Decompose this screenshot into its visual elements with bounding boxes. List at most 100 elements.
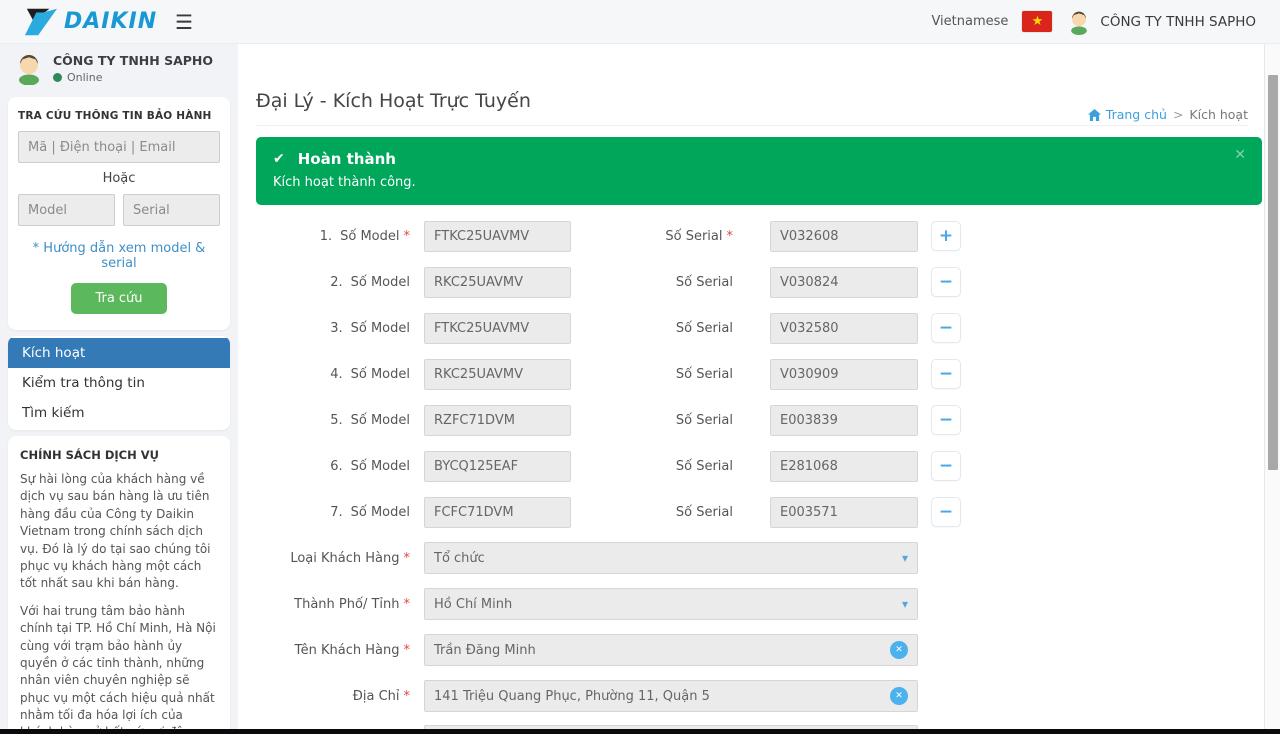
remove-row-button[interactable]: − <box>931 313 961 343</box>
alert-message: Kích hoạt thành công. <box>273 175 1244 190</box>
header-user-name: CÔNG TY TNHH SAPHO <box>1100 14 1256 30</box>
sidebar-nav-item[interactable]: Kiểm tra thông tin <box>8 368 230 398</box>
sidebar-user-panel: CÔNG TY TNHH SAPHO Online <box>0 44 238 91</box>
activation-form: 1.Số Model* FTKC25UAVMV Số Serial* V0326… <box>256 213 1248 729</box>
home-icon <box>1088 109 1101 121</box>
serial-value-input[interactable]: V030909 <box>770 359 918 390</box>
model-value-input[interactable]: RKC25UAVMV <box>424 359 571 390</box>
serial-label: Số Serial <box>571 367 733 382</box>
scrollbar-track[interactable] <box>1264 44 1280 729</box>
checkmark-icon: ✔ <box>273 151 285 167</box>
language-label: Vietnamese <box>931 14 1008 29</box>
policy-paragraph-2: Với hai trung tâm bảo hành chính tại TP.… <box>20 603 218 729</box>
serial-value-input[interactable]: E003839 <box>770 405 918 436</box>
scrollbar-thumb[interactable] <box>1268 75 1278 470</box>
model-value-input[interactable]: FCFC71DVM <box>424 497 571 528</box>
vietnam-flag-icon[interactable]: ★ <box>1022 11 1052 32</box>
clear-icon[interactable]: ✕ <box>890 641 908 659</box>
customer-name-row: Tên Khách Hàng* Trần Đăng Minh ✕ <box>256 627 1248 673</box>
next-field-row-partial: ▾ <box>256 719 1248 729</box>
customer-name-label: Tên Khách Hàng* <box>256 643 410 658</box>
serial-value-input[interactable]: V032608 <box>770 221 918 252</box>
clear-icon[interactable]: ✕ <box>890 687 908 705</box>
city-row: Thành Phố/ Tỉnh* Hồ Chí Minh ▾ <box>256 581 1248 627</box>
serial-label: Số Serial <box>571 321 733 336</box>
sidebar-nav-item[interactable]: Kích hoạt <box>8 338 230 368</box>
model-value-input[interactable]: RKC25UAVMV <box>424 267 571 298</box>
sidebar-nav: Kích hoạtKiểm tra thông tinTìm kiếm <box>8 336 230 430</box>
daikin-logo[interactable]: DAIKIN <box>24 7 157 37</box>
minus-icon: − <box>939 502 953 522</box>
model-value-input[interactable]: FTKC25UAVMV <box>424 221 571 252</box>
chevron-down-icon: ▾ <box>902 597 908 611</box>
policy-paragraph-1: Sự hài lòng của khách hàng về dịch vụ sa… <box>20 471 218 593</box>
remove-row-button[interactable]: − <box>931 497 961 527</box>
customer-type-row: Loại Khách Hàng* Tổ chức ▾ <box>256 535 1248 581</box>
service-policy-panel: CHÍNH SÁCH DỊCH VỤ Sự hài lòng của khách… <box>8 436 230 729</box>
city-select[interactable]: Hồ Chí Minh ▾ <box>424 588 918 620</box>
customer-type-select[interactable]: Tổ chức ▾ <box>424 542 918 574</box>
address-row: Địa Chỉ* 141 Triệu Quang Phục, Phường 11… <box>256 673 1248 719</box>
minus-icon: − <box>939 456 953 476</box>
model-label: 3.Số Model <box>256 321 410 336</box>
city-label: Thành Phố/ Tỉnh* <box>256 597 410 612</box>
sidebar-avatar-icon <box>14 53 44 85</box>
serial-value-input[interactable]: V032580 <box>770 313 918 344</box>
model-input[interactable] <box>18 194 115 226</box>
model-value-input[interactable]: RZFC71DVM <box>424 405 571 436</box>
serial-value-input[interactable]: V030824 <box>770 267 918 298</box>
lookup-button[interactable]: Tra cứu <box>71 283 166 314</box>
minus-icon: − <box>939 272 953 292</box>
warranty-lookup-panel: TRA CỨU THÔNG TIN BẢO HÀNH Hoặc * Hướng … <box>8 97 230 330</box>
customer-name-input[interactable]: Trần Đăng Minh ✕ <box>424 634 918 666</box>
remove-row-button[interactable]: − <box>931 359 961 389</box>
model-serial-row: 1.Số Model* FTKC25UAVMV Số Serial* V0326… <box>256 213 1248 259</box>
model-serial-row: 6.Số Model BYCQ125EAF Số Serial E281068 … <box>256 443 1248 489</box>
alert-title: Hoàn thành <box>298 150 396 168</box>
sidebar-user-name: CÔNG TY TNHH SAPHO <box>53 53 213 68</box>
address-input[interactable]: 141 Triệu Quang Phục, Phường 11, Quận 5 … <box>424 680 918 712</box>
model-serial-row: 3.Số Model FTKC25UAVMV Số Serial V032580… <box>256 305 1248 351</box>
serial-label: Số Serial <box>571 505 733 520</box>
remove-row-button[interactable]: − <box>931 451 961 481</box>
policy-title: CHÍNH SÁCH DỊCH VỤ <box>20 448 218 462</box>
sidebar: CÔNG TY TNHH SAPHO Online TRA CỨU THÔNG … <box>0 44 238 729</box>
model-label: 7.Số Model <box>256 505 410 520</box>
serial-value-input[interactable]: E003571 <box>770 497 918 528</box>
serial-input[interactable] <box>123 194 220 226</box>
code-phone-email-input[interactable] <box>18 131 220 163</box>
minus-icon: − <box>939 364 953 384</box>
daikin-logo-icon <box>24 7 58 37</box>
minus-icon: − <box>939 410 953 430</box>
header-user-menu[interactable]: CÔNG TY TNHH SAPHO <box>1066 9 1256 35</box>
serial-value-input[interactable]: E281068 <box>770 451 918 482</box>
breadcrumb-home-link[interactable]: Trang chủ <box>1088 107 1167 122</box>
model-serial-row: 7.Số Model FCFC71DVM Số Serial E003571 − <box>256 489 1248 535</box>
hamburger-menu-icon[interactable]: ☰ <box>175 12 193 32</box>
breadcrumb-current: Kích hoạt <box>1189 107 1248 122</box>
add-row-button[interactable]: + <box>931 221 961 251</box>
model-label: 5.Số Model <box>256 413 410 428</box>
online-status-dot <box>53 73 62 82</box>
brand-name: DAIKIN <box>64 9 157 34</box>
remove-row-button[interactable]: − <box>931 405 961 435</box>
breadcrumb-separator: > <box>1173 107 1183 122</box>
close-icon[interactable]: ✕ <box>1234 147 1246 163</box>
minus-icon: − <box>939 318 953 338</box>
address-label: Địa Chỉ* <box>256 689 410 704</box>
serial-label: Số Serial* <box>571 229 733 244</box>
model-label: 6.Số Model <box>256 459 410 474</box>
model-label: 2.Số Model <box>256 275 410 290</box>
bottom-edge-bar <box>0 729 1280 734</box>
model-value-input[interactable]: BYCQ125EAF <box>424 451 571 482</box>
model-value-input[interactable]: FTKC25UAVMV <box>424 313 571 344</box>
sidebar-nav-item[interactable]: Tìm kiếm <box>8 398 230 428</box>
model-serial-rows: 1.Số Model* FTKC25UAVMV Số Serial* V0326… <box>256 213 1248 535</box>
customer-type-label: Loại Khách Hàng* <box>256 551 410 566</box>
serial-label: Số Serial <box>571 413 733 428</box>
main-content: Trang chủ > Kích hoạt Đại Lý - Kích Hoạt… <box>238 44 1264 729</box>
model-serial-guide-link[interactable]: * Hướng dẫn xem model & serial <box>18 241 220 271</box>
model-serial-row: 4.Số Model RKC25UAVMV Số Serial V030909 … <box>256 351 1248 397</box>
remove-row-button[interactable]: − <box>931 267 961 297</box>
or-label: Hoặc <box>18 171 220 186</box>
